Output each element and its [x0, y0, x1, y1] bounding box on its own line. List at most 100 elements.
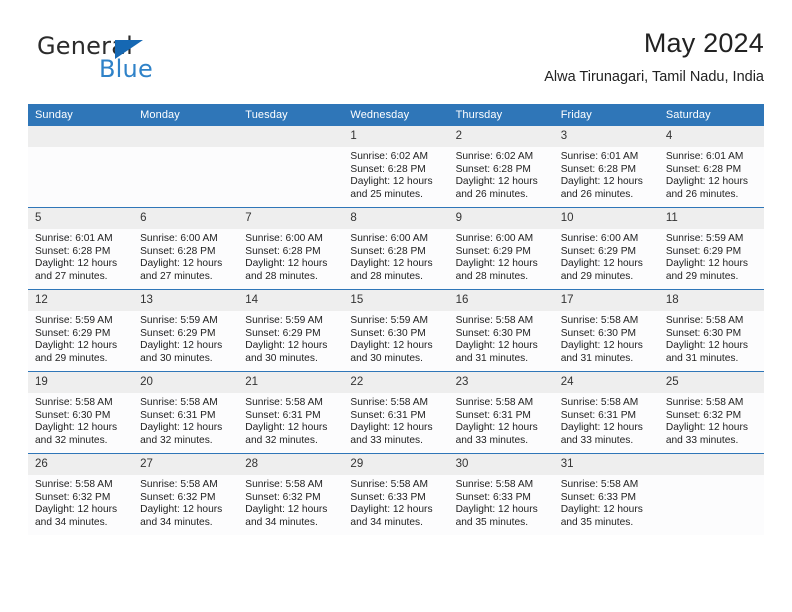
- day-number: [133, 126, 239, 147]
- calendar-day-cell[interactable]: 11 Sunrise: 5:59 AM Sunset: 6:29 PM Dayligh…: [658, 207, 764, 290]
- daylight-text-line2: and 35 minutes.: [560, 516, 634, 528]
- weekday-header-tuesday: Tuesday: [238, 104, 344, 126]
- sunset-text: Sunset: 6:29 PM: [455, 245, 531, 257]
- calendar-day-cell[interactable]: 19 Sunrise: 5:58 AM Sunset: 6:30 PM Dayligh…: [28, 371, 134, 454]
- sunset-text: Sunset: 6:32 PM: [140, 491, 216, 503]
- calendar-day-cell[interactable]: 3 Sunrise: 6:01 AM Sunset: 6:28 PM Daylight…: [553, 126, 659, 208]
- calendar-day-cell[interactable]: 31 Sunrise: 5:58 AM Sunset: 6:33 PM Dayligh…: [553, 453, 659, 535]
- day-sun-info: Sunrise: 5:58 AM Sunset: 6:33 PM Daylight:…: [449, 475, 554, 529]
- sunset-text: Sunset: 6:30 PM: [350, 327, 426, 339]
- day-sun-info: Sunrise: 5:59 AM Sunset: 6:29 PM Daylight:…: [659, 229, 764, 283]
- sunrise-text: Sunrise: 6:02 AM: [350, 151, 429, 162]
- sunset-text: Sunset: 6:29 PM: [665, 245, 742, 257]
- calendar-week-row: 26 Sunrise: 5:58 AM Sunset: 6:32 PM Dayligh…: [28, 453, 764, 535]
- sunrise-text: Sunrise: 5:59 AM: [35, 315, 113, 326]
- sunrise-text: Sunrise: 5:58 AM: [35, 479, 113, 490]
- day-number: 2: [448, 126, 554, 147]
- daylight-text-line2: and 28 minutes.: [350, 270, 423, 282]
- day-sun-info: Sunrise: 5:58 AM Sunset: 6:33 PM Daylight:…: [554, 475, 659, 529]
- calendar-day-cell[interactable]: 14 Sunrise: 5:59 AM Sunset: 6:29 PM Dayligh…: [238, 289, 344, 372]
- daylight-text-line1: Daylight: 12 hours: [140, 258, 223, 270]
- day-sun-info: Sunrise: 6:02 AM Sunset: 6:28 PM Daylight:…: [449, 147, 554, 201]
- calendar-day-cell[interactable]: 16 Sunrise: 5:58 AM Sunset: 6:30 PM Dayligh…: [448, 289, 554, 372]
- day-number: 7: [238, 208, 344, 229]
- calendar-day-cell[interactable]: 12 Sunrise: 5:59 AM Sunset: 6:29 PM Dayligh…: [28, 289, 134, 372]
- sunset-text: Sunset: 6:32 PM: [665, 409, 742, 421]
- sunset-text: Sunset: 6:31 PM: [245, 409, 321, 421]
- sunrise-text: Sunrise: 5:58 AM: [560, 397, 639, 408]
- calendar-day-cell[interactable]: 24 Sunrise: 5:58 AM Sunset: 6:31 PM Dayligh…: [553, 371, 659, 454]
- day-number: 1: [343, 126, 449, 147]
- calendar-day-cell[interactable]: 26 Sunrise: 5:58 AM Sunset: 6:32 PM Dayligh…: [28, 453, 134, 535]
- sunrise-text: Sunrise: 5:58 AM: [245, 479, 323, 490]
- sunset-text: Sunset: 6:28 PM: [350, 245, 426, 257]
- calendar-day-cell[interactable]: 28 Sunrise: 5:58 AM Sunset: 6:32 PM Dayligh…: [238, 453, 344, 535]
- daylight-text-line2: and 27 minutes.: [140, 270, 213, 282]
- day-sun-info: Sunrise: 5:58 AM Sunset: 6:31 PM Daylight:…: [343, 393, 448, 447]
- general-blue-logo[interactable]: General Blue: [37, 32, 227, 92]
- day-number: 16: [448, 290, 554, 311]
- sunset-text: Sunset: 6:29 PM: [35, 327, 111, 339]
- day-sun-info: Sunrise: 5:58 AM Sunset: 6:30 PM Daylight:…: [28, 393, 133, 447]
- calendar-day-cell[interactable]: 27 Sunrise: 5:58 AM Sunset: 6:32 PM Dayligh…: [133, 453, 239, 535]
- daylight-text-line2: and 27 minutes.: [35, 270, 108, 282]
- daylight-text-line1: Daylight: 12 hours: [245, 504, 328, 516]
- day-number: 10: [553, 208, 659, 229]
- calendar-day-cell[interactable]: 13 Sunrise: 5:59 AM Sunset: 6:29 PM Dayligh…: [133, 289, 239, 372]
- sunset-text: Sunset: 6:28 PM: [665, 163, 742, 175]
- weekday-header-thursday: Thursday: [448, 104, 554, 126]
- day-sun-info: Sunrise: 5:58 AM Sunset: 6:32 PM Daylight:…: [238, 475, 343, 529]
- calendar-day-cell[interactable]: 6 Sunrise: 6:00 AM Sunset: 6:28 PM Daylight…: [133, 207, 239, 290]
- calendar-day-cell[interactable]: 2 Sunrise: 6:02 AM Sunset: 6:28 PM Daylight…: [448, 126, 554, 208]
- calendar-day-cell[interactable]: 23 Sunrise: 5:58 AM Sunset: 6:31 PM Dayligh…: [448, 371, 554, 454]
- sunset-text: Sunset: 6:33 PM: [350, 491, 426, 503]
- sunrise-text: Sunrise: 6:00 AM: [245, 233, 323, 244]
- daylight-text-line1: Daylight: 12 hours: [455, 258, 538, 270]
- weekday-header-row: Sunday Monday Tuesday Wednesday Thursday…: [28, 104, 764, 126]
- day-number: 11: [658, 208, 764, 229]
- calendar-week-row: 1 Sunrise: 6:02 AM Sunset: 6:28 PM Daylight…: [28, 126, 764, 208]
- daylight-text-line1: Daylight: 12 hours: [455, 422, 538, 434]
- daylight-text-line1: Daylight: 12 hours: [665, 176, 748, 188]
- calendar-day-cell[interactable]: 25 Sunrise: 5:58 AM Sunset: 6:32 PM Dayligh…: [658, 371, 764, 454]
- calendar-day-cell[interactable]: 18 Sunrise: 5:58 AM Sunset: 6:30 PM Dayligh…: [658, 289, 764, 372]
- daylight-text-line2: and 33 minutes.: [665, 434, 739, 446]
- calendar-day-cell[interactable]: 20 Sunrise: 5:58 AM Sunset: 6:31 PM Dayligh…: [133, 371, 239, 454]
- calendar-day-cell[interactable]: 4 Sunrise: 6:01 AM Sunset: 6:28 PM Daylight…: [658, 126, 764, 208]
- calendar-day-cell[interactable]: 5 Sunrise: 6:01 AM Sunset: 6:28 PM Daylight…: [28, 207, 134, 290]
- day-sun-info: Sunrise: 5:58 AM Sunset: 6:33 PM Daylight:…: [343, 475, 448, 529]
- sunset-text: Sunset: 6:30 PM: [35, 409, 111, 421]
- calendar-day-cell[interactable]: 9 Sunrise: 6:00 AM Sunset: 6:29 PM Daylight…: [448, 207, 554, 290]
- calendar-day-cell[interactable]: 1 Sunrise: 6:02 AM Sunset: 6:28 PM Daylight…: [343, 126, 449, 208]
- calendar-day-cell[interactable]: 8 Sunrise: 6:00 AM Sunset: 6:28 PM Daylight…: [343, 207, 449, 290]
- calendar-day-cell[interactable]: 10 Sunrise: 6:00 AM Sunset: 6:29 PM Dayligh…: [553, 207, 659, 290]
- day-number: 14: [238, 290, 344, 311]
- daylight-text-line1: Daylight: 12 hours: [455, 340, 538, 352]
- sunset-text: Sunset: 6:30 PM: [560, 327, 637, 339]
- day-sun-info: Sunrise: 6:01 AM Sunset: 6:28 PM Daylight:…: [28, 229, 133, 283]
- sunset-text: Sunset: 6:28 PM: [455, 163, 531, 175]
- weekday-header-friday: Friday: [553, 104, 659, 126]
- calendar-day-cell[interactable]: 7 Sunrise: 6:00 AM Sunset: 6:28 PM Daylight…: [238, 207, 344, 290]
- calendar-day-cell[interactable]: 17 Sunrise: 5:58 AM Sunset: 6:30 PM Dayligh…: [553, 289, 659, 372]
- day-number: 8: [343, 208, 449, 229]
- daylight-text-line2: and 26 minutes.: [455, 188, 529, 200]
- daylight-text-line2: and 25 minutes.: [350, 188, 423, 200]
- calendar-day-cell[interactable]: 30 Sunrise: 5:58 AM Sunset: 6:33 PM Dayligh…: [448, 453, 554, 535]
- daylight-text-line1: Daylight: 12 hours: [665, 340, 748, 352]
- calendar-day-cell[interactable]: 21 Sunrise: 5:58 AM Sunset: 6:31 PM Dayligh…: [238, 371, 344, 454]
- day-sun-info: Sunrise: 6:00 AM Sunset: 6:28 PM Daylight:…: [343, 229, 448, 283]
- day-sun-info: Sunrise: 5:58 AM Sunset: 6:31 PM Daylight:…: [554, 393, 659, 447]
- page-title: May 2024: [643, 28, 764, 58]
- daylight-text-line2: and 26 minutes.: [560, 188, 634, 200]
- sunrise-text: Sunrise: 5:59 AM: [245, 315, 323, 326]
- daylight-text-line2: and 29 minutes.: [560, 270, 634, 282]
- calendar-day-cell[interactable]: 29 Sunrise: 5:58 AM Sunset: 6:33 PM Dayligh…: [343, 453, 449, 535]
- day-number: 23: [448, 372, 554, 393]
- calendar-day-cell[interactable]: 15 Sunrise: 5:59 AM Sunset: 6:30 PM Dayligh…: [343, 289, 449, 372]
- day-sun-info: Sunrise: 6:01 AM Sunset: 6:28 PM Daylight:…: [554, 147, 659, 201]
- calendar-week-row: 5 Sunrise: 6:01 AM Sunset: 6:28 PM Daylight…: [28, 207, 764, 290]
- title-block: May 2024 Alwa Tirunagari, Tamil Nadu, In…: [544, 26, 764, 87]
- daylight-text-line2: and 32 minutes.: [245, 434, 318, 446]
- calendar-day-cell[interactable]: 22 Sunrise: 5:58 AM Sunset: 6:31 PM Dayligh…: [343, 371, 449, 454]
